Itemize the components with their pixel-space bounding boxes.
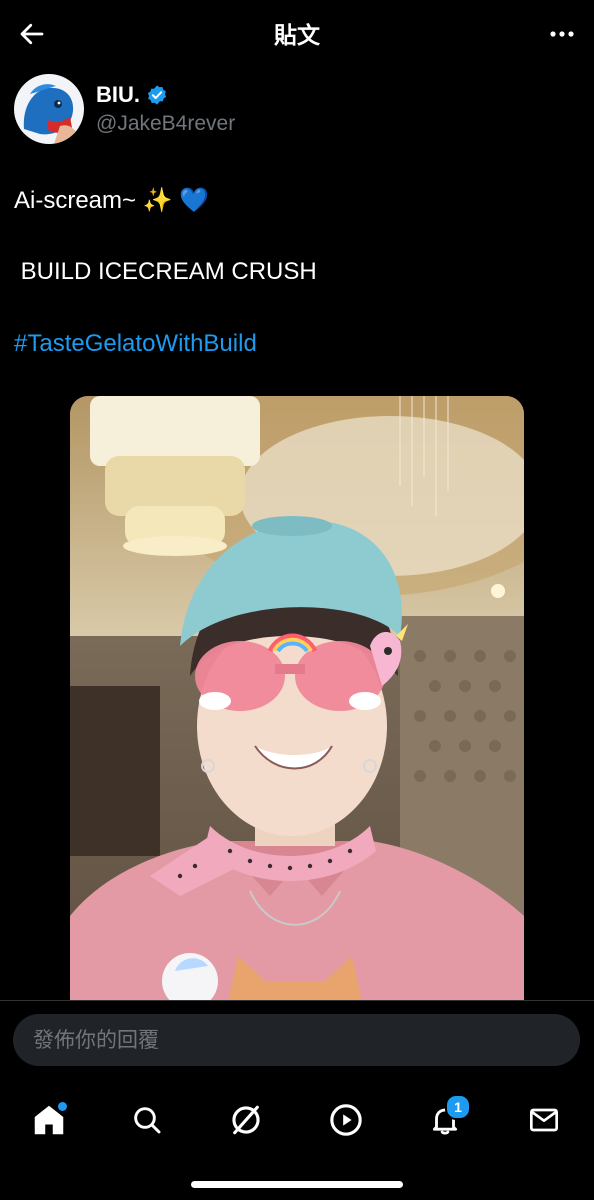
hashtag-link[interactable]: #TasteGelatoWithBuild xyxy=(14,330,257,358)
author-handle[interactable]: @JakeB4rever xyxy=(96,112,235,136)
avatar[interactable] xyxy=(14,74,84,144)
nav-messages[interactable] xyxy=(516,1092,572,1148)
top-bar: 貼文 xyxy=(0,0,594,66)
nav-video[interactable] xyxy=(318,1092,374,1148)
play-icon xyxy=(330,1104,362,1136)
page-title: 貼文 xyxy=(274,23,320,49)
nav-grok[interactable] xyxy=(218,1092,274,1148)
nav-search[interactable] xyxy=(119,1092,175,1148)
author-name[interactable]: BIU. xyxy=(96,82,140,108)
reply-input[interactable] xyxy=(13,1014,580,1066)
post-text: Ai-scream~ xyxy=(14,187,137,214)
post-photo[interactable] xyxy=(70,396,524,1016)
post-text-line: Ai-scream~ ✨ 💙 xyxy=(14,186,209,215)
nav-notifications[interactable]: 1 xyxy=(417,1092,473,1148)
blue-heart-icon: 💙 xyxy=(179,187,210,214)
mail-icon xyxy=(530,1108,558,1132)
verified-badge-icon xyxy=(147,85,167,105)
reply-bar xyxy=(0,1000,594,1079)
post-author: BIU. @JakeB4rever xyxy=(14,74,235,144)
unread-dot xyxy=(58,1102,67,1111)
notifications-badge: 1 xyxy=(445,1094,471,1120)
sparkles-icon: ✨ xyxy=(142,187,173,214)
more-options-icon[interactable] xyxy=(542,14,582,54)
search-icon xyxy=(134,1107,161,1134)
grok-icon xyxy=(232,1105,260,1135)
nav-home[interactable] xyxy=(21,1092,77,1148)
home-indicator xyxy=(191,1181,403,1188)
post-text-title: BUILD ICECREAM CRUSH xyxy=(14,258,317,285)
